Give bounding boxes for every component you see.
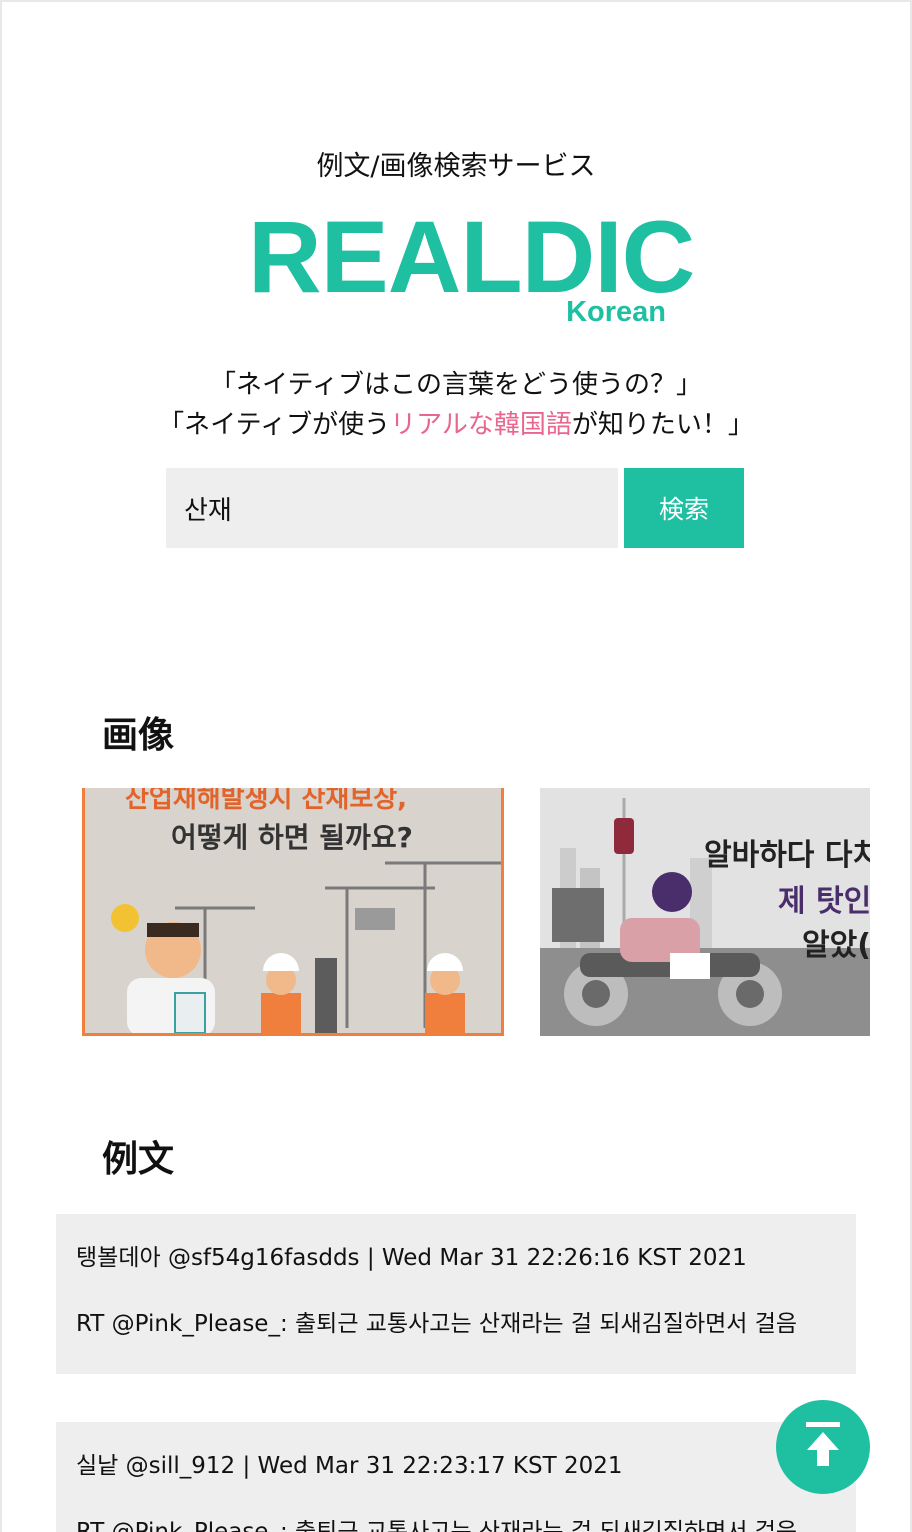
example-text: RT @Pink_Please_: 출퇴근 교통사고는 산재라는 걸 되새김질하… (76, 1519, 798, 1532)
example-item[interactable]: 실낱 @sill_912 | Wed Mar 31 22:23:17 KST 2… (56, 1422, 856, 1532)
arrow-up-bar-icon (806, 1422, 840, 1466)
tagline-2-pre: 「ネイティブが使う (158, 410, 391, 440)
thumbnail-caption-3: 알았( (802, 928, 870, 963)
scroll-top-button[interactable] (776, 1400, 870, 1494)
example-item[interactable]: 탱볼데아 @sf54g16fasdds | Wed Mar 31 22:26:1… (56, 1214, 856, 1374)
tagline-2: 「ネイティブが使うリアルな韓国語が知りたい！」 (0, 404, 912, 441)
example-meta: 실낱 @sill_912 | Wed Mar 31 22:23:17 KST 2… (76, 1453, 623, 1479)
search-button[interactable]: 検索 (624, 468, 744, 548)
thumbnail-caption-1: 알바하다 다치 (704, 838, 870, 873)
example-meta: 탱볼데아 @sf54g16fasdds | Wed Mar 31 22:26:1… (76, 1245, 747, 1271)
search-input[interactable] (166, 468, 618, 548)
example-text: RT @Pink_Please_: 출퇴근 교통사고는 산재라는 걸 되새김질하… (76, 1311, 798, 1337)
tagline-2-post: が知りたい！」 (571, 410, 754, 440)
image-thumbnail[interactable]: 산업재해발생시 산재보상, 어떻게 하면 될까요? (82, 788, 504, 1036)
images-section-title: 画像 (102, 715, 175, 756)
thumbnail-caption-2: 제 탓인 (778, 884, 870, 919)
logo-text: REALDIC (248, 200, 695, 314)
examples-section-title: 例文 (102, 1139, 175, 1180)
thumbnail-caption-1: 산업재해발생시 산재보상, (125, 788, 408, 814)
tagline-2-highlight: リアルな韓国語 (390, 410, 572, 440)
thumbnail-caption-2: 어떻게 하면 될까요? (171, 821, 413, 854)
logo[interactable]: REALDIC Korean (248, 206, 695, 336)
image-thumbnail[interactable]: 알바하다 다치 제 탓인 알았( (540, 788, 870, 1036)
logo-subtitle: Korean (566, 296, 666, 328)
service-label: 例文/画像検索サービス (316, 151, 596, 182)
tagline-1: 「ネイティブはこの言葉をどう使うの？」 (210, 370, 702, 400)
